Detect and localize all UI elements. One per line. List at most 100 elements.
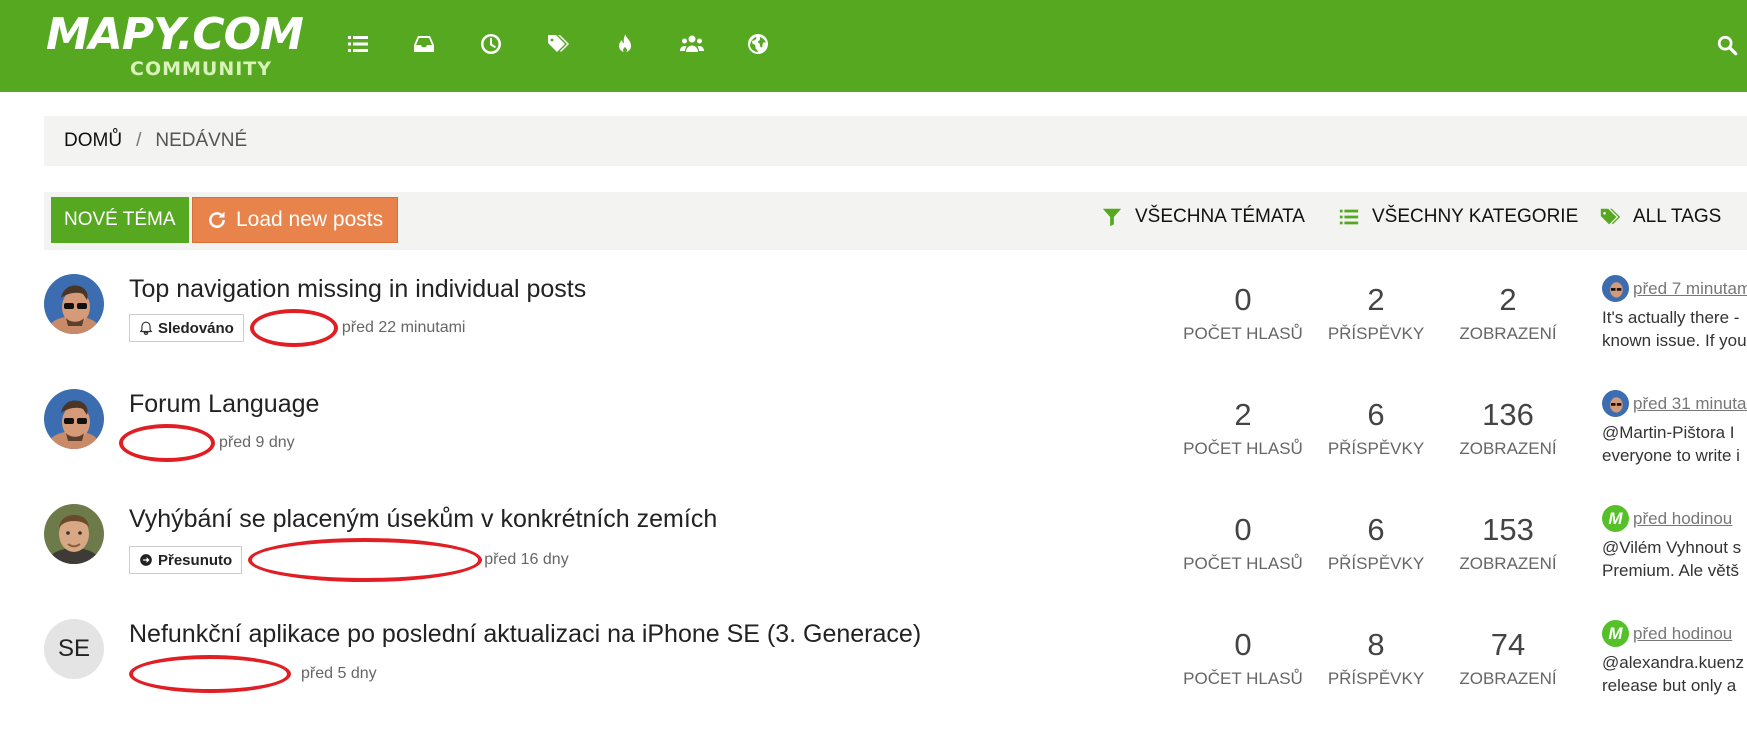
- breadcrumb-current: NEDÁVNÉ: [155, 130, 248, 151]
- last-reply: M před hodinou @alexandra.kuenz release …: [1602, 620, 1747, 697]
- topic-time: před 9 dny: [219, 434, 295, 451]
- posts-stat: 6 PŘÍSPĚVKY: [1311, 510, 1441, 574]
- breadcrumb-home[interactable]: DOMŮ: [64, 130, 122, 152]
- topic-title[interactable]: Vyhýbání se placeným úsekům v konkrétníc…: [129, 505, 717, 534]
- status-badge-label: Přesunuto: [158, 551, 233, 569]
- load-new-posts-button[interactable]: Load new posts: [192, 197, 399, 243]
- topic-toolbar: NOVÉ TÉMA Load new posts VŠECHNA TÉMATA …: [44, 192, 1747, 250]
- clock-icon[interactable]: [477, 30, 505, 58]
- list-icon[interactable]: [344, 30, 372, 58]
- last-reply-time[interactable]: před 7 minutami: [1633, 279, 1747, 299]
- search-icon[interactable]: [1712, 30, 1742, 60]
- topic-title[interactable]: Forum Language: [129, 390, 319, 419]
- last-reply-time[interactable]: před 31 minutami: [1633, 394, 1747, 414]
- views-count: 74: [1490, 627, 1526, 662]
- filter-all-categories[interactable]: VŠECHNY KATEGORIE: [1338, 206, 1578, 228]
- avatar[interactable]: [44, 389, 104, 449]
- last-reply: před 31 minutami @Martin-Pištora I every…: [1602, 390, 1747, 467]
- filter-all-topics[interactable]: VŠECHNA TÉMATA: [1101, 206, 1305, 228]
- logo-main-text: MAPY.COM: [46, 9, 304, 60]
- filter-icon: [1102, 208, 1122, 227]
- topic-title[interactable]: Top navigation missing in individual pos…: [129, 275, 586, 304]
- topic-time: před 22 minutami: [341, 319, 466, 336]
- avatar[interactable]: [44, 274, 104, 334]
- last-reply-time[interactable]: před hodinou: [1633, 509, 1732, 529]
- avatar[interactable]: SE: [44, 619, 104, 679]
- last-reply-excerpt-1: It's actually there -: [1602, 308, 1740, 327]
- posts-stat: 2 PŘÍSPĚVKY: [1311, 280, 1441, 344]
- last-reply-excerpt-2: Premium. Ale větš: [1602, 561, 1739, 580]
- topic-row: SE Nefunkční aplikace po poslední aktual…: [0, 617, 1747, 732]
- last-reply-avatar[interactable]: [1602, 275, 1629, 302]
- filter-all-tags-label: ALL TAGS: [1633, 206, 1722, 227]
- redaction-mark: [129, 655, 291, 693]
- last-reply-avatar[interactable]: [1602, 390, 1629, 417]
- posts-label: PŘÍSPĚVKY: [1327, 439, 1425, 458]
- views-stat: 153 ZOBRAZENÍ: [1443, 510, 1573, 574]
- logo-sub-text: COMMUNITY: [130, 58, 273, 80]
- list-icon: [1339, 209, 1359, 225]
- filter-all-topics-label: VŠECHNA TÉMATA: [1135, 206, 1305, 227]
- topic-row: Forum Language před 9 dny 2 POČET HLASŮ …: [0, 387, 1747, 502]
- votes-label: POČET HLASŮ: [1183, 554, 1303, 573]
- mapy-logo-avatar[interactable]: M: [1602, 505, 1629, 532]
- last-reply: M před hodinou @Vilém Vyhnout s Premium.…: [1602, 505, 1747, 582]
- site-logo[interactable]: MAPY.COM COMMUNITY: [46, 10, 304, 86]
- views-label: ZOBRAZENÍ: [1459, 554, 1557, 573]
- inbox-icon[interactable]: [410, 30, 438, 58]
- views-label: ZOBRAZENÍ: [1459, 669, 1557, 688]
- status-badge: Přesunuto: [129, 546, 243, 574]
- avatar[interactable]: [44, 504, 104, 564]
- topic-title[interactable]: Nefunkční aplikace po poslední aktualiza…: [129, 620, 921, 649]
- redaction-mark: [249, 309, 338, 347]
- posts-label: PŘÍSPĚVKY: [1327, 324, 1425, 343]
- votes-stat: 0 POČET HLASŮ: [1178, 625, 1308, 689]
- topic-row: Vyhýbání se placeným úsekům v konkrétníc…: [0, 502, 1747, 617]
- posts-stat: 6 PŘÍSPĚVKY: [1311, 395, 1441, 459]
- redaction-mark: [119, 424, 215, 462]
- redaction-mark: [248, 538, 483, 582]
- posts-label: PŘÍSPĚVKY: [1327, 554, 1425, 573]
- posts-count: 6: [1367, 512, 1385, 547]
- views-count: 136: [1482, 397, 1534, 432]
- posts-stat: 8 PŘÍSPĚVKY: [1311, 625, 1441, 689]
- new-topic-button[interactable]: NOVÉ TÉMA: [51, 197, 189, 243]
- last-reply: před 7 minutami It's actually there - kn…: [1602, 275, 1747, 352]
- last-reply-excerpt-2: known issue. If you: [1602, 331, 1747, 350]
- status-badge-label: Sledováno: [158, 319, 234, 337]
- views-stat: 74 ZOBRAZENÍ: [1443, 625, 1573, 689]
- filter-all-tags[interactable]: ALL TAGS: [1599, 206, 1721, 228]
- last-reply-excerpt-1: @Vilém Vyhnout s: [1602, 538, 1742, 557]
- views-label: ZOBRAZENÍ: [1459, 439, 1557, 458]
- views-stat: 136 ZOBRAZENÍ: [1443, 395, 1573, 459]
- topic-time: před 16 dny: [484, 551, 569, 568]
- votes-label: POČET HLASŮ: [1183, 669, 1303, 688]
- votes-stat: 0 POČET HLASŮ: [1178, 510, 1308, 574]
- globe-icon[interactable]: [744, 30, 772, 58]
- fire-icon[interactable]: [611, 30, 639, 58]
- arrow-circle-right-icon: [140, 554, 152, 566]
- top-header: MAPY.COM COMMUNITY: [0, 0, 1747, 92]
- users-icon[interactable]: [678, 30, 706, 58]
- votes-count: 0: [1234, 512, 1252, 547]
- posts-count: 8: [1367, 627, 1385, 662]
- votes-count: 2: [1234, 397, 1252, 432]
- votes-stat: 0 POČET HLASŮ: [1178, 280, 1308, 344]
- tags-icon[interactable]: [544, 30, 572, 58]
- breadcrumb: DOMŮ / NEDÁVNÉ: [44, 116, 1747, 166]
- posts-count: 6: [1367, 397, 1385, 432]
- last-reply-excerpt-2: release but only a: [1602, 676, 1737, 695]
- last-reply-time[interactable]: před hodinou: [1633, 624, 1732, 644]
- mapy-logo-avatar[interactable]: M: [1602, 620, 1629, 647]
- filter-all-categories-label: VŠECHNY KATEGORIE: [1372, 206, 1579, 227]
- topic-meta: před 9 dny: [119, 424, 295, 462]
- views-label: ZOBRAZENÍ: [1459, 324, 1557, 343]
- load-new-posts-label: Load new posts: [236, 208, 384, 231]
- topic-row: Top navigation missing in individual pos…: [0, 272, 1747, 387]
- posts-count: 2: [1367, 282, 1385, 317]
- breadcrumb-separator: /: [136, 130, 142, 151]
- tags-icon: [1600, 208, 1621, 225]
- votes-stat: 2 POČET HLASŮ: [1178, 395, 1308, 459]
- views-stat: 2 ZOBRAZENÍ: [1443, 280, 1573, 344]
- bell-icon: [139, 321, 153, 335]
